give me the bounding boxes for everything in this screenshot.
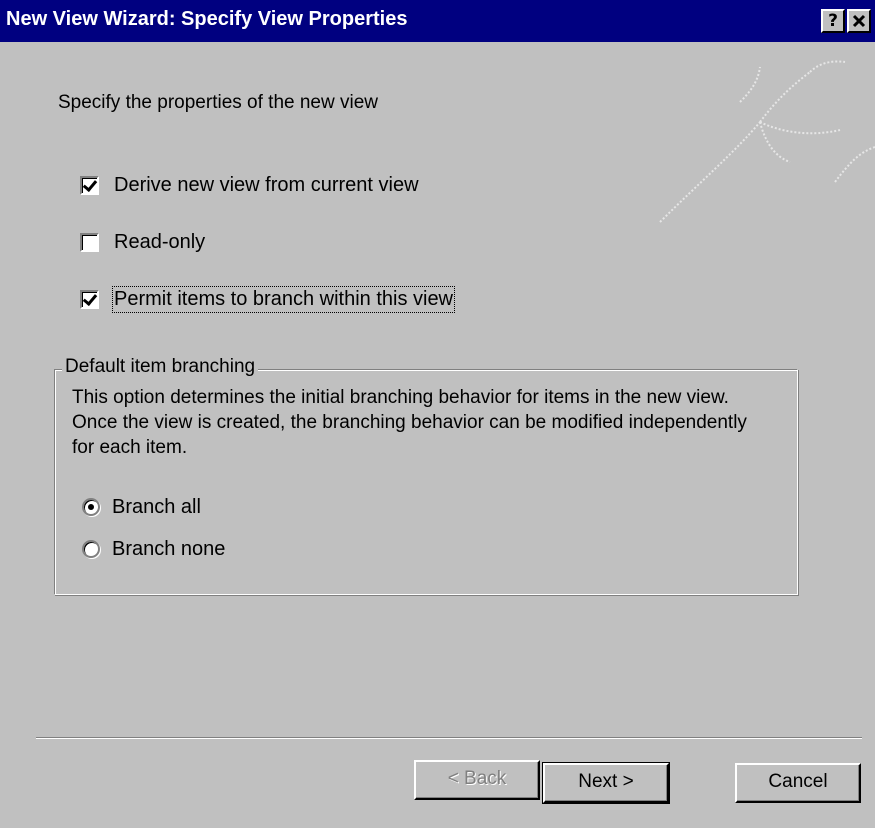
permit-branch-label: Permit items to branch within this view [111,285,456,313]
cancel-button[interactable]: Cancel [735,763,861,803]
help-button[interactable]: ? [821,9,845,33]
branch-none-radio[interactable] [82,540,100,558]
branch-none-label: Branch none [112,537,226,560]
permit-branch-checkbox[interactable] [80,289,99,309]
instruction-text: Specify the properties of the new view [58,92,379,113]
branch-all-label: Branch all [112,495,201,518]
title-bar[interactable]: New View Wizard: Specify View Properties… [0,0,875,42]
read-only-checkbox[interactable] [80,232,99,252]
window-title: New View Wizard: Specify View Properties [6,8,408,30]
branch-none-radio-row[interactable]: Branch none [82,535,225,563]
next-button[interactable]: Next > [542,762,670,804]
read-only-label: Read-only [114,230,206,253]
back-button[interactable]: < Back [414,760,540,800]
branching-group-legend: Default item branching [62,356,259,378]
derive-view-checkbox-row[interactable]: Derive new view from current view [80,171,419,199]
wizard-dialog: New View Wizard: Specify View Properties… [0,0,875,828]
button-separator [36,737,862,739]
watermark-graphic [659,60,875,223]
branch-all-radio[interactable] [82,498,100,516]
read-only-checkbox-row[interactable]: Read-only [80,228,205,256]
derive-view-checkbox[interactable] [80,175,99,195]
derive-view-label: Derive new view from current view [114,173,419,196]
permit-branch-checkbox-row[interactable]: Permit items to branch within this view [80,285,456,313]
branching-description: This option determines the initial branc… [72,387,747,458]
close-icon [852,14,866,28]
close-button[interactable] [847,9,871,33]
branch-all-radio-row[interactable]: Branch all [82,493,201,521]
